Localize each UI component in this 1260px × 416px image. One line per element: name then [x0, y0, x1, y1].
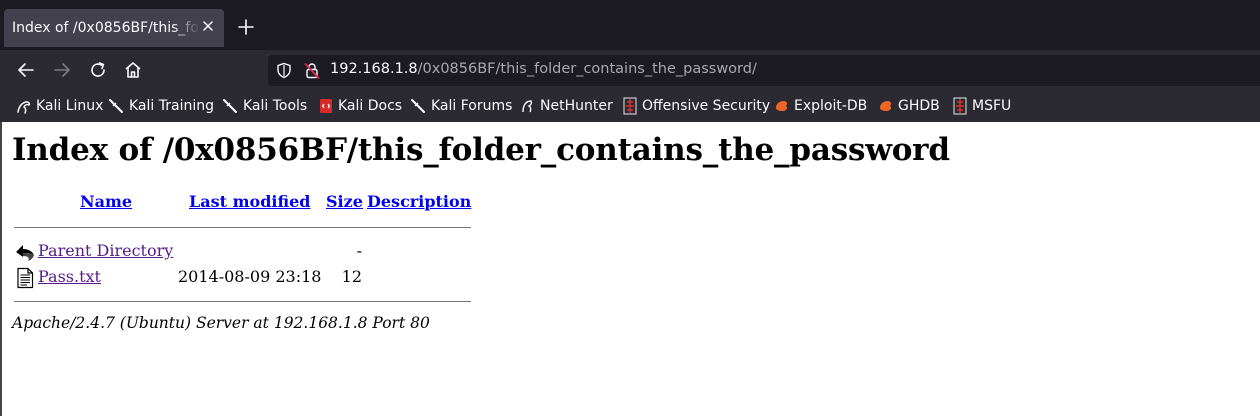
bookmark-kali-linux[interactable]: Kali Linux [16, 96, 103, 116]
file-size: 12 [341, 267, 362, 286]
kali-docs-icon [320, 99, 332, 113]
url-text[interactable]: 192.168.1.8/0x0856BF/this_folder_contain… [330, 61, 757, 77]
navigation-bar: 192.168.1.8/0x0856BF/this_folder_contain… [0, 50, 1260, 90]
bookmark-exploit-db[interactable]: Exploit-DB [774, 96, 867, 116]
sort-by-size-link[interactable]: Size [326, 192, 363, 211]
bookmark-label: Exploit-DB [794, 98, 868, 114]
header-divider [14, 227, 471, 228]
bookmark-nethunter[interactable]: NetHunter [520, 96, 613, 116]
bookmark-msfu[interactable]: MSFU [952, 96, 1011, 116]
bookmark-ghdb[interactable]: GHDB [878, 96, 940, 116]
tracking-shield-icon[interactable] [276, 62, 292, 79]
bookmark-label: GHDB [898, 98, 940, 114]
kali-dragon-icon [17, 101, 30, 114]
footer-divider [14, 301, 471, 302]
file-size: - [356, 241, 362, 260]
insecure-lock-icon[interactable] [304, 62, 320, 79]
tab-bar: Index of /0x0856BF/this_folder_contains_… [0, 0, 1260, 50]
page-content: Index of /0x0856BF/this_folder_contains_… [0, 122, 1260, 416]
page-title: Index of /0x0856BF/this_folder_contains_… [12, 132, 950, 168]
file-link-pass-txt[interactable]: Pass.txt [38, 267, 101, 286]
close-icon[interactable] [200, 18, 216, 34]
active-tab[interactable]: Index of /0x0856BF/this_folder_contains_… [4, 9, 224, 47]
tab-title: Index of /0x0856BF/this_folder_contains_… [12, 20, 200, 36]
kali-sword-icon [411, 99, 425, 113]
url-host: 192.168.1.8 [330, 61, 418, 77]
bookmark-offensive-security[interactable]: Offensive Security [622, 96, 770, 116]
new-tab-plus-icon[interactable] [236, 17, 256, 37]
sort-by-name-link[interactable]: Name [80, 192, 132, 211]
bookmark-label: Kali Linux [36, 98, 104, 114]
bookmark-label: NetHunter [540, 98, 613, 114]
msfu-icon [953, 97, 967, 115]
reload-icon[interactable] [87, 59, 109, 81]
text-file-icon [17, 267, 34, 289]
bookmark-label: Kali Docs [338, 98, 403, 114]
parent-directory-link[interactable]: Parent Directory [38, 241, 173, 260]
kali-sword-icon [109, 99, 123, 113]
ghdb-icon [880, 101, 892, 111]
bookmark-label: Kali Forums [431, 98, 513, 114]
bookmark-label: MSFU [972, 98, 1012, 114]
url-path: /0x0856BF/this_folder_contains_the_passw… [417, 61, 757, 77]
exploit-db-icon [776, 101, 788, 111]
nethunter-icon [522, 100, 533, 113]
bookmark-label: Kali Training [129, 98, 214, 114]
server-signature: Apache/2.4.7 (Ubuntu) Server at 192.168.… [12, 314, 430, 332]
bookmark-kali-tools[interactable]: Kali Tools [222, 96, 307, 116]
bookmark-kali-forums[interactable]: Kali Forums [410, 96, 512, 116]
back-icon[interactable] [15, 59, 37, 81]
forward-icon[interactable] [51, 59, 73, 81]
back-arrow-icon [16, 245, 34, 261]
url-bar[interactable]: 192.168.1.8/0x0856BF/this_folder_contain… [268, 55, 1260, 86]
bookmarks-toolbar: Kali Linux Kali Training Kali Tools Kali… [0, 90, 1260, 122]
offsec-icon [623, 97, 637, 115]
bookmark-kali-docs[interactable]: Kali Docs [318, 96, 402, 116]
sort-by-last-modified-link[interactable]: Last modified [189, 192, 310, 211]
kali-sword-icon [223, 99, 237, 113]
home-icon[interactable] [122, 59, 144, 81]
table-row: Pass.txt 2014-08-09 23:18 12 [12, 267, 474, 289]
bookmark-label: Offensive Security [642, 98, 771, 114]
bookmark-kali-training[interactable]: Kali Training [108, 96, 214, 116]
bookmark-label: Kali Tools [243, 98, 308, 114]
browser-chrome: Index of /0x0856BF/this_folder_contains_… [0, 0, 1260, 122]
modified-date: 2014-08-09 23:18 [178, 267, 322, 286]
table-row: Parent Directory - [12, 241, 474, 263]
sort-by-description-link[interactable]: Description [367, 192, 471, 211]
